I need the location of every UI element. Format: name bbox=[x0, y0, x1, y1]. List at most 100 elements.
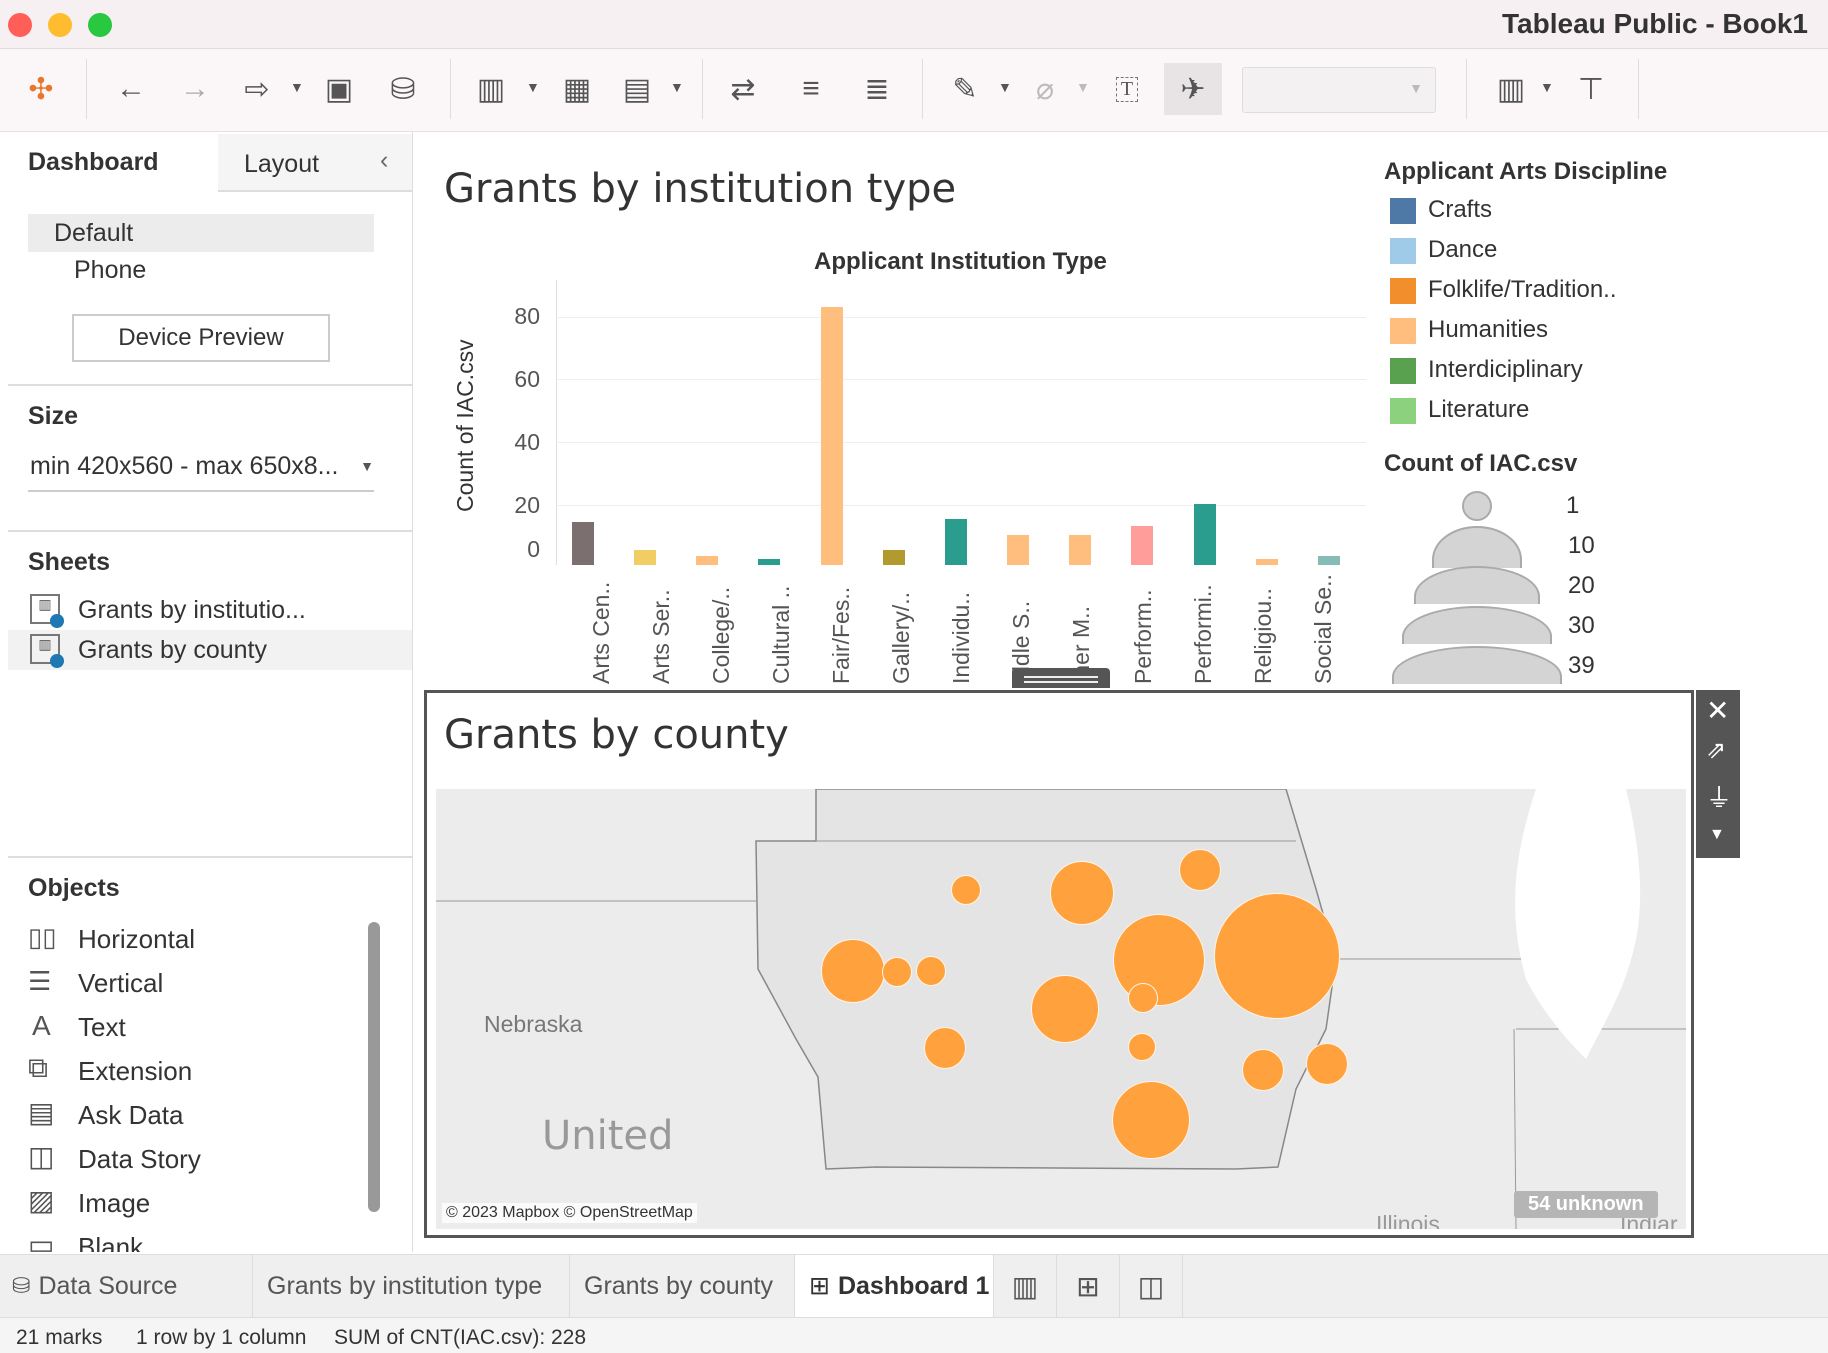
map-bubble[interactable] bbox=[1112, 1081, 1190, 1159]
map-bubble[interactable] bbox=[1179, 849, 1221, 891]
clear-sheet-icon[interactable]: ▤ bbox=[612, 63, 662, 115]
more-options-icon[interactable]: ▼ bbox=[1709, 826, 1725, 844]
bar-mark[interactable] bbox=[882, 549, 905, 565]
bar-mark[interactable] bbox=[634, 549, 657, 565]
legend-label[interactable]: Folklife/Tradition.. bbox=[1428, 276, 1617, 304]
device-preview-button[interactable]: Device Preview bbox=[72, 314, 330, 362]
object-ask-data[interactable]: ▤ Ask Data bbox=[28, 1094, 368, 1134]
close-icon[interactable]: ✕ bbox=[1706, 694, 1729, 727]
new-worksheet-icon[interactable]: ▥ bbox=[466, 63, 516, 115]
object-data-story[interactable]: ◫ Data Story bbox=[28, 1138, 368, 1178]
map-bubble[interactable] bbox=[1242, 1049, 1284, 1091]
object-extension[interactable]: ⧉ Extension bbox=[28, 1050, 368, 1090]
collapse-chevron-icon[interactable]: ‹ bbox=[380, 146, 388, 175]
map-bubble[interactable] bbox=[1031, 975, 1099, 1043]
map-bubble[interactable] bbox=[1128, 983, 1158, 1013]
chevron-down-icon[interactable]: ▼ bbox=[998, 79, 1012, 95]
legend-label[interactable]: Humanities bbox=[1428, 316, 1548, 344]
filter-icon[interactable]: ⏚ bbox=[1706, 778, 1732, 815]
map-bubble[interactable] bbox=[951, 875, 981, 905]
swap-rows-columns-icon[interactable]: ⇄ bbox=[718, 63, 768, 115]
fix-axes-icon[interactable]: ✈ bbox=[1164, 63, 1222, 115]
tab-dashboard-1[interactable]: ⊞ Dashboard 1 bbox=[795, 1255, 994, 1317]
maximize-window-button[interactable] bbox=[88, 13, 112, 37]
sheet-item[interactable]: ▥ Grants by institutio... bbox=[8, 592, 412, 632]
fit-dropdown[interactable]: ▼ bbox=[1242, 67, 1436, 113]
object-image[interactable]: ▨ Image bbox=[28, 1182, 368, 1222]
legend-label[interactable]: Dance bbox=[1428, 236, 1497, 264]
new-dashboard-icon[interactable]: ⊞ bbox=[1057, 1255, 1120, 1317]
bar-mark[interactable] bbox=[696, 555, 719, 565]
county-map[interactable]: Nebraska United Illinois Indiar © 2023 M… bbox=[436, 789, 1686, 1229]
tab-grants-by-county[interactable]: Grants by county bbox=[570, 1255, 795, 1317]
map-bubble[interactable] bbox=[821, 939, 885, 1003]
tableau-logo-icon[interactable]: ✣ bbox=[16, 63, 66, 115]
legend-label[interactable]: Literature bbox=[1428, 396, 1529, 424]
group-members-icon[interactable]: ⌀ bbox=[1020, 63, 1070, 115]
bar-mark[interactable] bbox=[1317, 555, 1340, 565]
presentation-mode-icon[interactable]: ⊤ bbox=[1566, 63, 1616, 115]
map-bubble[interactable] bbox=[1113, 914, 1205, 1006]
legend-swatch[interactable] bbox=[1390, 198, 1416, 224]
close-window-button[interactable] bbox=[8, 13, 32, 37]
new-worksheet-icon[interactable]: ▥ bbox=[994, 1255, 1057, 1317]
bar-mark[interactable] bbox=[1069, 534, 1092, 565]
chevron-down-icon[interactable]: ▼ bbox=[670, 79, 684, 95]
sort-descending-icon[interactable]: ≣ bbox=[852, 63, 902, 115]
map-bubble[interactable] bbox=[1128, 1033, 1156, 1061]
bar-mark[interactable] bbox=[572, 522, 594, 565]
replace-data-icon[interactable]: ⇨ bbox=[232, 63, 282, 115]
legend-swatch[interactable] bbox=[1390, 278, 1416, 304]
bar-mark[interactable] bbox=[820, 306, 843, 565]
legend-swatch[interactable] bbox=[1390, 398, 1416, 424]
minimize-window-button[interactable] bbox=[48, 13, 72, 37]
legend-label[interactable]: Crafts bbox=[1428, 196, 1492, 224]
legend-swatch[interactable] bbox=[1390, 318, 1416, 344]
bar-mark[interactable] bbox=[1193, 504, 1216, 565]
map-bubble[interactable] bbox=[1050, 861, 1114, 925]
go-to-sheet-icon[interactable]: ⇗ bbox=[1706, 736, 1726, 765]
bar-mark[interactable] bbox=[1255, 558, 1278, 565]
object-horizontal[interactable]: ▯▯ Horizontal bbox=[28, 918, 368, 958]
map-bubble[interactable] bbox=[1306, 1043, 1348, 1085]
duplicate-sheet-icon[interactable]: ▦ bbox=[552, 63, 602, 115]
legend-swatch[interactable] bbox=[1390, 238, 1416, 264]
new-story-icon[interactable]: ◫ bbox=[1120, 1255, 1183, 1317]
resize-handle[interactable] bbox=[1012, 668, 1110, 688]
tab-data-source[interactable]: ⛁ Data Source bbox=[0, 1255, 253, 1317]
chevron-down-icon[interactable]: ▼ bbox=[1540, 79, 1554, 95]
device-phone[interactable]: Phone bbox=[74, 256, 146, 285]
object-vertical[interactable]: ☰ Vertical bbox=[28, 962, 368, 1002]
tab-layout[interactable]: Layout ‹ bbox=[218, 134, 412, 192]
legend-label[interactable]: Interdiciplinary bbox=[1428, 356, 1583, 384]
undo-icon[interactable]: ← bbox=[106, 63, 156, 115]
map-bubble[interactable] bbox=[882, 957, 912, 987]
save-icon[interactable]: ▣ bbox=[314, 63, 364, 115]
map-bubble[interactable] bbox=[924, 1027, 966, 1069]
bar-mark[interactable] bbox=[944, 519, 967, 565]
objects-scrollbar[interactable] bbox=[368, 922, 380, 1212]
redo-icon[interactable]: → bbox=[170, 63, 220, 115]
map-bubble[interactable] bbox=[1214, 893, 1340, 1019]
tab-grants-by-institution-type[interactable]: Grants by institution type bbox=[253, 1255, 570, 1317]
legend-swatch[interactable] bbox=[1390, 358, 1416, 384]
show-me-icon[interactable]: ▥ bbox=[1486, 63, 1536, 115]
size-dropdown[interactable]: min 420x560 - max 650x8... ▼ bbox=[28, 444, 374, 492]
new-data-source-icon[interactable]: ⛁ bbox=[378, 63, 428, 115]
bar-mark[interactable] bbox=[1007, 534, 1030, 565]
show-labels-icon[interactable]: T bbox=[1102, 63, 1152, 115]
device-default[interactable]: Default bbox=[28, 214, 374, 252]
object-blank[interactable]: ▭ Blank bbox=[28, 1226, 368, 1252]
sort-ascending-icon[interactable]: ≡ bbox=[786, 63, 836, 115]
sheet-item[interactable]: ▥ Grants by county bbox=[8, 630, 412, 670]
highlight-icon[interactable]: ✎ bbox=[940, 63, 990, 115]
chevron-down-icon[interactable]: ▼ bbox=[290, 79, 304, 95]
chevron-down-icon[interactable]: ▼ bbox=[526, 79, 540, 95]
bar-mark[interactable] bbox=[1131, 525, 1154, 565]
chevron-down-icon[interactable]: ▼ bbox=[1076, 79, 1090, 95]
object-text[interactable]: A Text bbox=[28, 1006, 368, 1046]
unknown-indicator[interactable]: 54 unknown bbox=[1514, 1191, 1658, 1218]
bar-mark[interactable] bbox=[758, 558, 781, 565]
tab-dashboard[interactable]: Dashboard bbox=[8, 134, 219, 192]
map-bubble[interactable] bbox=[916, 956, 946, 986]
